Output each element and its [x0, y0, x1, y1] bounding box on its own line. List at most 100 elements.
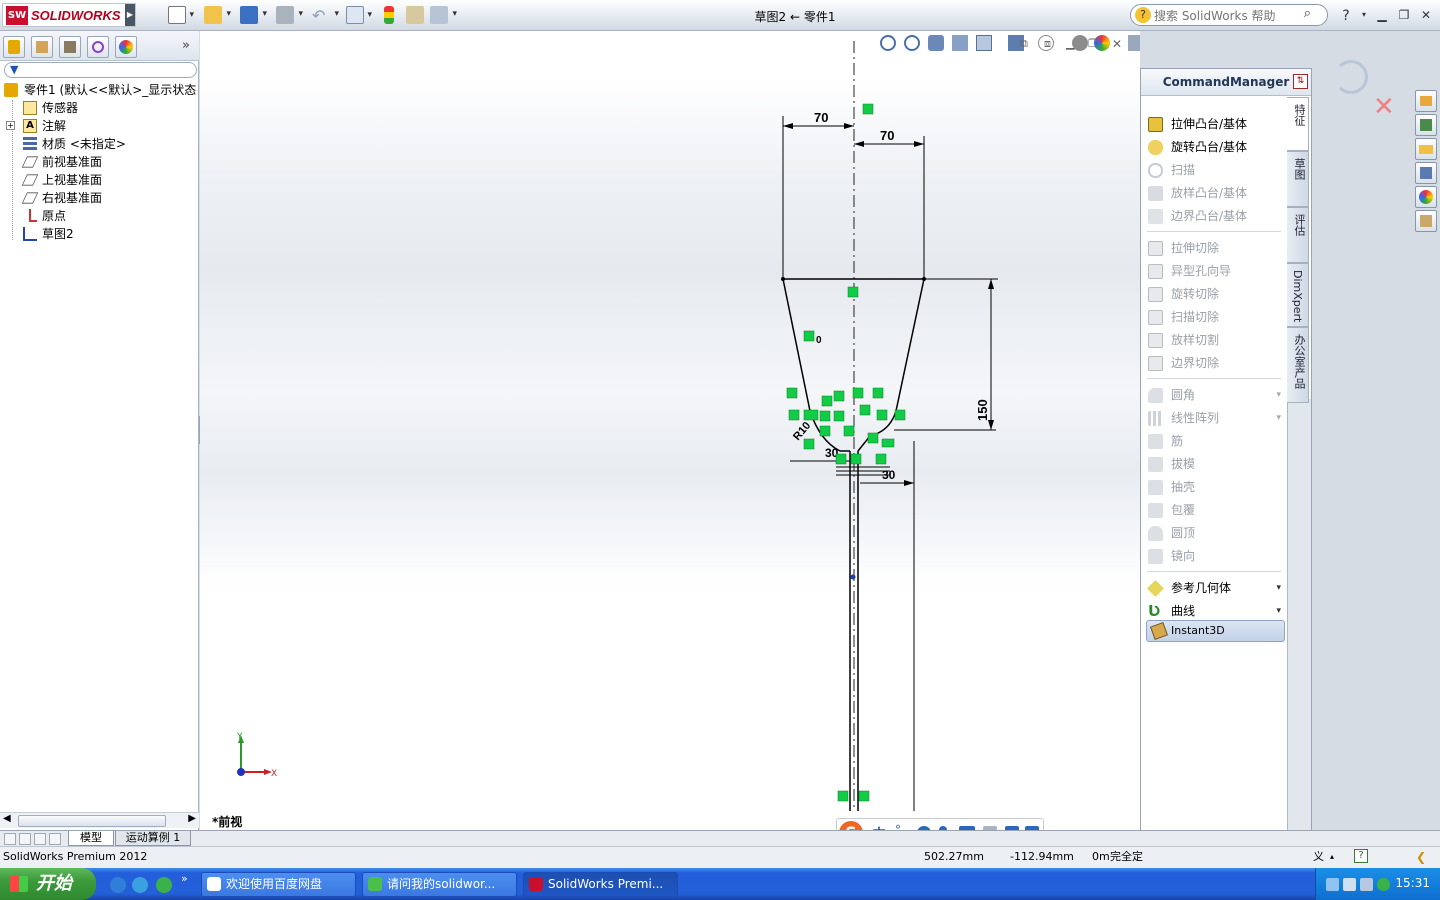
cmd-shell[interactable]: 抽壳	[1141, 476, 1287, 499]
cmd-revolve-boss[interactable]: 旋转凸台/基体	[1141, 136, 1287, 159]
menu-arrow-icon[interactable]: ▶	[125, 4, 135, 26]
cmd-sweep[interactable]: 扫描	[1141, 159, 1287, 182]
tree-filter[interactable]: ▼	[4, 62, 197, 78]
tab-office-products[interactable]: 办公室产品	[1287, 327, 1309, 403]
first-tab-icon[interactable]	[4, 833, 16, 845]
relation-marker[interactable]	[819, 425, 831, 437]
tray-security-icon[interactable]	[1377, 878, 1390, 891]
relation-marker[interactable]	[843, 425, 855, 437]
cmd-boundary-boss[interactable]: 边界凸台/基体	[1141, 205, 1287, 228]
clock[interactable]: 15:31	[1395, 876, 1430, 890]
configuration-manager-tab-icon[interactable]	[59, 36, 81, 58]
tray-network-icon[interactable]	[1343, 878, 1356, 891]
collapse-arrow-icon[interactable]: ❮	[1416, 847, 1426, 867]
tree-item-right-plane[interactable]: 右视基准面	[0, 189, 199, 207]
relation-marker[interactable]	[803, 330, 815, 342]
help-search[interactable]: ? ⌕	[1130, 4, 1328, 26]
tab-motion-study[interactable]: 运动算例 1	[115, 831, 191, 846]
start-button[interactable]: 开始	[0, 868, 96, 900]
relation-marker[interactable]	[858, 790, 870, 802]
feature-tree-tab-icon[interactable]	[3, 36, 25, 58]
sketch-point[interactable]	[850, 574, 856, 580]
help-button[interactable]: ?	[1338, 8, 1354, 24]
browser-icon[interactable]	[132, 877, 148, 893]
file-explorer-icon[interactable]	[1415, 138, 1437, 160]
property-manager-tab-icon[interactable]	[31, 36, 53, 58]
scroll-right-icon[interactable]: ▶	[188, 813, 196, 824]
tab-model[interactable]: 模型	[68, 831, 114, 846]
relation-marker[interactable]	[894, 409, 906, 421]
cmd-hole-wizard[interactable]: 异型孔向导	[1141, 260, 1287, 283]
rotate-view-icon[interactable]	[1334, 60, 1368, 94]
tray-sound-icon[interactable]	[1360, 878, 1373, 891]
relation-marker[interactable]	[867, 432, 879, 444]
task-baidu-netdisk[interactable]: 欢迎使用百度网盘	[201, 872, 356, 897]
relation-marker[interactable]	[803, 438, 815, 450]
tray-netdisk-icon[interactable]	[1326, 878, 1339, 891]
help-search-input[interactable]	[1154, 8, 1294, 23]
restore-icon[interactable]: ❐	[1396, 8, 1412, 22]
minimize-icon[interactable]: ▁	[1374, 8, 1390, 22]
graphics-area[interactable]: ⧉ ⧈ ▁ ❐ ✕ 70 70 150 30 30 R10 0 Y X *前视	[200, 31, 1140, 830]
tree-item-part[interactable]: 零件1 (默认<<默认>_显示状态	[0, 81, 199, 99]
relation-marker[interactable]	[875, 453, 887, 465]
dim-150[interactable]: 150	[975, 399, 990, 421]
next-tab-icon[interactable]	[34, 833, 46, 845]
cmd-linear-pattern[interactable]: 线性阵列 ▾	[1141, 407, 1287, 430]
dim-70-right[interactable]: 70	[880, 128, 894, 143]
cmd-rib[interactable]: 筋	[1141, 430, 1287, 453]
relation-marker[interactable]	[821, 395, 833, 407]
cmd-revolve-cut[interactable]: 旋转切除	[1141, 283, 1287, 306]
relation-marker[interactable]	[788, 409, 800, 421]
cmd-loft-cut[interactable]: 放样切割	[1141, 329, 1287, 352]
ie-icon[interactable]	[110, 877, 126, 893]
relation-markers[interactable]	[786, 103, 906, 802]
print-icon[interactable]	[276, 6, 303, 24]
status-dropdown-icon[interactable]: ▴	[1330, 847, 1334, 867]
scroll-thumb[interactable]	[18, 815, 166, 827]
cmd-draft[interactable]: 拔模	[1141, 453, 1287, 476]
help-status-icon[interactable]: ?	[1354, 849, 1368, 863]
relation-marker[interactable]	[872, 387, 884, 399]
last-tab-icon[interactable]	[49, 833, 61, 845]
display-manager-tab-icon[interactable]	[115, 36, 137, 58]
tree-item-sketch2[interactable]: 草图2	[0, 225, 199, 243]
help-dropdown-icon[interactable]: ▾	[1356, 10, 1372, 19]
task-solidworks[interactable]: SolidWorks Premi...	[523, 872, 678, 897]
rebuild-icon[interactable]	[384, 6, 394, 24]
tab-sketch[interactable]: 草图	[1287, 151, 1309, 207]
dropdown-arrow-icon[interactable]: ▾	[1276, 577, 1281, 600]
cmd-dome[interactable]: 圆顶	[1141, 522, 1287, 545]
dropdown-arrow-icon[interactable]: ▾	[1276, 407, 1281, 430]
file-properties-icon[interactable]	[406, 6, 424, 24]
tab-evaluate[interactable]: 评估	[1287, 207, 1309, 263]
relation-marker[interactable]	[835, 453, 847, 465]
cmd-extrude-cut[interactable]: 拉伸切除	[1141, 237, 1287, 260]
quicklaunch-more-icon[interactable]: »	[181, 872, 188, 885]
search-icon[interactable]: ⌕	[1304, 6, 1311, 21]
relation-marker[interactable]	[847, 286, 859, 298]
appearances-icon[interactable]	[1415, 186, 1437, 208]
relation-marker[interactable]	[833, 410, 845, 422]
tree-item-front-plane[interactable]: 前视基准面	[0, 153, 199, 171]
tree-item-origin[interactable]: 原点	[0, 207, 199, 225]
open-folder-icon[interactable]	[204, 6, 231, 24]
expand-plus-icon[interactable]: +	[6, 121, 15, 130]
undo-icon[interactable]: ↶	[312, 6, 339, 25]
options-icon[interactable]	[430, 6, 457, 24]
save-icon[interactable]	[240, 6, 267, 24]
scroll-left-icon[interactable]: ◀	[3, 813, 11, 824]
tree-item-annotations[interactable]: + A 注解	[0, 117, 199, 135]
prev-tab-icon[interactable]	[19, 833, 31, 845]
horizontal-scrollbar[interactable]: ◀ ▶	[0, 812, 199, 828]
cmd-sweep-cut[interactable]: 扫描切除	[1141, 306, 1287, 329]
relation-marker[interactable]	[859, 404, 871, 416]
pin-icon[interactable]: ⇅	[1293, 74, 1308, 89]
select-pointer-icon[interactable]	[346, 6, 372, 24]
dimxpert-tab-icon[interactable]	[87, 36, 109, 58]
task-browser-question[interactable]: 请问我的solidwor...	[362, 872, 517, 897]
tree-item-sensors[interactable]: 传感器	[0, 99, 199, 117]
tab-features[interactable]: 特征	[1287, 97, 1309, 151]
relation-marker[interactable]	[837, 790, 849, 802]
sketch-drawing[interactable]: 70 70 150 30 30 R10 0	[200, 31, 1140, 830]
